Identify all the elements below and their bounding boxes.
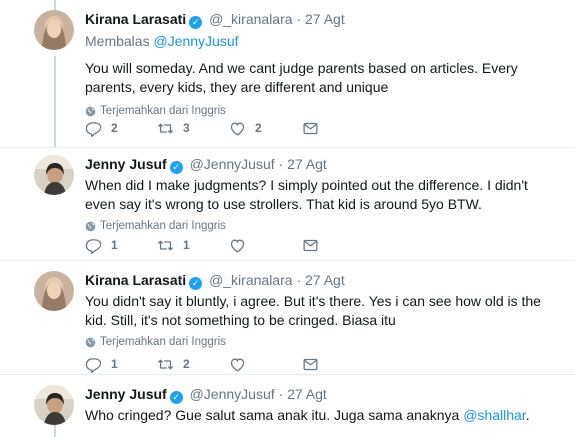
reply-mention-link[interactable]: @JennyJusuf [153,33,238,49]
avatar[interactable] [34,155,74,195]
tweet-text: You didn't say it bluntly, i agree. But … [85,293,541,328]
reply-count: 1 [111,238,118,252]
tweet-content: Kirana Larasati ✓ @_kiranalara · 27 Agt Y… [85,271,555,349]
tweet-text-body: Who cringed? Gue salut sama anak itu. Ju… [85,407,464,423]
like-button[interactable] [229,235,255,255]
reply-prefix: Membalas [85,33,150,49]
like-button[interactable] [229,354,255,374]
translate-link[interactable]: Terjemahkan dari Inggris [85,219,555,233]
retweet-icon [157,356,174,373]
separator-dot: · [296,11,302,27]
reply-button[interactable]: 2 [85,118,118,138]
tweet-text-end: . [525,407,530,423]
reply-button[interactable]: 1 [85,354,118,374]
retweet-count: 3 [183,121,190,135]
tweet[interactable]: Kirana Larasati ✓ @_kiranalara · 27 Agt Y… [0,261,575,374]
timestamp[interactable]: 27 Agt [305,272,345,288]
display-name[interactable]: Kirana Larasati [85,11,186,27]
retweet-count: 1 [183,238,190,252]
globe-icon [85,221,96,232]
tweet-actions: 2 3 2 [85,118,345,138]
tweet[interactable]: Kirana Larasati ✓ @_kiranalara · 27 Agt M… [0,0,575,147]
translate-label: Terjemahkan dari Inggris [100,105,226,117]
user-handle[interactable]: @_kiranalara [209,272,292,288]
tweet-actions: 1 2 [85,354,345,374]
separator-dot: · [278,386,284,402]
tweet-text: When did I make judgments? I simply poin… [85,177,528,212]
timestamp[interactable]: 27 Agt [287,386,327,402]
translate-label: Terjemahkan dari Inggris [100,336,226,348]
retweet-button[interactable]: 1 [157,235,190,255]
reply-icon [85,237,102,254]
direct-message-button[interactable] [302,354,328,374]
verified-badge-icon: ✓ [189,277,203,290]
heart-icon [229,356,246,373]
reply-context: Membalas @JennyJusuf [85,32,555,50]
tweet[interactable]: Jenny Jusuf ✓ @JennyJusuf · 27 Agt When d… [0,148,575,260]
reply-count: 2 [111,121,118,135]
heart-icon [229,237,246,254]
retweet-button[interactable]: 3 [157,118,190,138]
translate-link[interactable]: Terjemahkan dari Inggris [85,335,555,349]
verified-badge-icon: ✓ [169,391,183,404]
display-name[interactable]: Jenny Jusuf [85,156,167,172]
retweet-count: 2 [183,357,190,371]
tweet-content: Jenny Jusuf ✓ @JennyJusuf · 27 Agt Who cr… [85,385,555,425]
avatar[interactable] [34,271,74,311]
verified-badge-icon: ✓ [169,161,183,174]
tweet-header: Kirana Larasati ✓ @_kiranalara · 27 Agt [85,10,555,29]
user-handle[interactable]: @JennyJusuf [190,386,275,402]
tweet-header: Jenny Jusuf ✓ @JennyJusuf · 27 Agt [85,155,555,174]
tweet-text: Who cringed? Gue salut sama anak itu. Ju… [85,406,555,425]
globe-icon [85,337,96,348]
tweet-actions: 1 1 [85,235,345,255]
user-handle[interactable]: @JennyJusuf [190,156,275,172]
reply-count: 1 [111,357,118,371]
reply-button[interactable]: 1 [85,235,118,255]
tweet-header: Jenny Jusuf ✓ @JennyJusuf · 27 Agt [85,385,555,404]
retweet-button[interactable]: 2 [157,354,190,374]
envelope-icon [302,120,319,137]
tweet[interactable]: Jenny Jusuf ✓ @JennyJusuf · 27 Agt Who cr… [0,375,575,437]
timestamp[interactable]: 27 Agt [305,11,345,27]
reply-icon [85,356,102,373]
heart-icon [229,120,246,137]
tweet-content: Jenny Jusuf ✓ @JennyJusuf · 27 Agt When d… [85,155,555,233]
tweet-text: You will someday. And we cant judge pare… [85,60,518,95]
reply-icon [85,120,102,137]
envelope-icon [302,356,319,373]
retweet-icon [157,120,174,137]
avatar[interactable] [34,385,74,425]
mention-link[interactable]: @shallhar [463,407,525,423]
like-button[interactable]: 2 [229,118,262,138]
verified-badge-icon: ✓ [189,16,203,29]
translate-link[interactable]: Terjemahkan dari Inggris [85,104,555,118]
like-count: 2 [255,121,262,135]
direct-message-button[interactable] [302,235,328,255]
display-name[interactable]: Jenny Jusuf [85,386,167,402]
user-handle[interactable]: @_kiranalara [209,11,292,27]
separator-dot: · [296,272,302,288]
translate-label: Terjemahkan dari Inggris [100,220,226,232]
timestamp[interactable]: 27 Agt [287,156,327,172]
envelope-icon [302,237,319,254]
display-name[interactable]: Kirana Larasati [85,272,186,288]
retweet-icon [157,237,174,254]
globe-icon [85,106,96,117]
tweet-content: Kirana Larasati ✓ @_kiranalara · 27 Agt M… [85,10,555,118]
direct-message-button[interactable] [302,118,328,138]
avatar[interactable] [34,10,74,50]
separator-dot: · [278,156,284,172]
tweet-header: Kirana Larasati ✓ @_kiranalara · 27 Agt [85,271,555,290]
